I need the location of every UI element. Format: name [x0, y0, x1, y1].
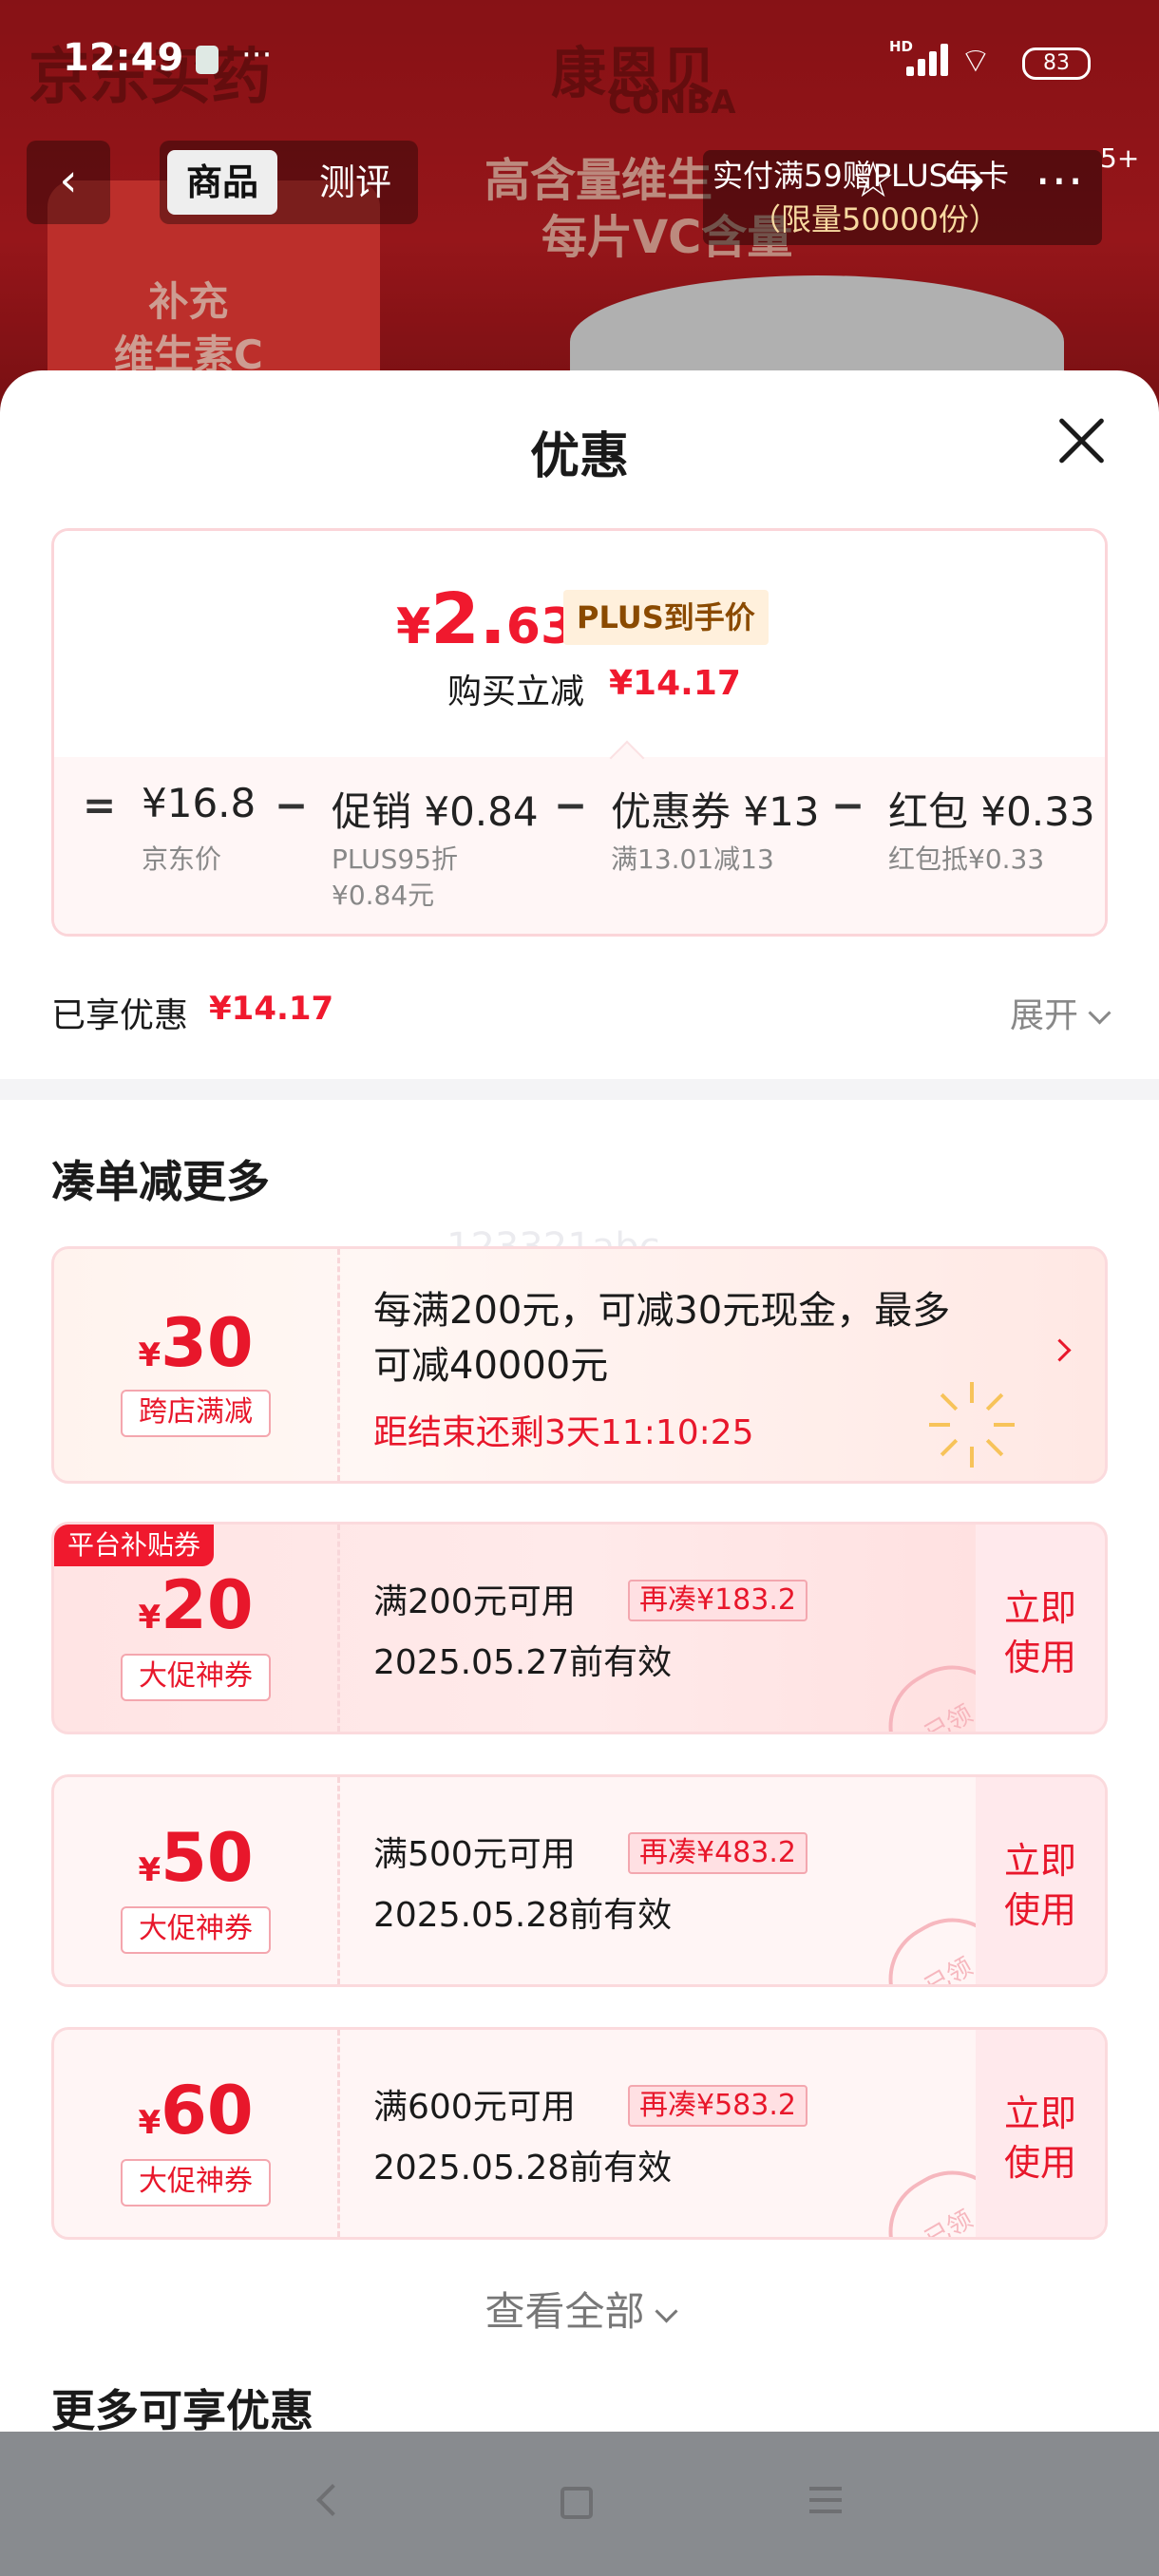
cross-store-promo-card[interactable]: ¥30 跨店满减 每满200元，可减30元现金，最多 可减40000元 距结束还… — [51, 1246, 1108, 1484]
back-button[interactable]: ‹ — [27, 141, 110, 224]
view-all-button[interactable]: 查看全部 — [0, 2280, 1159, 2338]
promo-discount: 促销 ¥0.84 — [332, 788, 539, 835]
enjoyed-value: ¥14.17 — [209, 990, 334, 1028]
coupon-tag: 跨店满减 — [121, 1390, 271, 1437]
coupon-discount-sub: 满13.01减13 — [611, 843, 774, 875]
add-more-tag: 再凑¥483.2 — [628, 1832, 808, 1874]
coupon-tag: 大促神券 — [121, 1906, 271, 1954]
coupon-card: 平台补贴券 ¥20 大促神券 满200元可用 再凑¥183.2 2025.05.… — [51, 1522, 1108, 1734]
instant-discount-value: ¥14.17 — [609, 664, 741, 703]
notification-badge: 5+ — [1100, 142, 1140, 174]
expand-button[interactable]: 展开 — [1010, 988, 1112, 1037]
sheet-title: 优惠 — [529, 428, 629, 485]
section-title-more-discount: 凑单减更多 — [51, 1156, 270, 1207]
minus-sign: − — [831, 782, 865, 828]
wifi-icon: ⌔ — [960, 42, 992, 81]
platform-subsidy-badge: 平台补贴券 — [54, 1525, 215, 1566]
coupon-card: ¥50 大促神券 满500元可用 再凑¥483.2 2025.05.28前有效 … — [51, 1774, 1108, 1987]
tab-goods[interactable]: 商品 — [167, 150, 278, 215]
use-now-button[interactable]: 立即 使用 — [976, 1525, 1105, 1732]
section-divider — [0, 1079, 1159, 1100]
coupon-amount: ¥30 — [138, 1304, 254, 1382]
system-nav-bar — [0, 2432, 1159, 2576]
coupon-amount: ¥20 — [138, 1566, 254, 1644]
jd-price: ¥16.8 — [142, 780, 256, 826]
add-more-tag: 再凑¥583.2 — [628, 2085, 808, 2127]
coupon-validity: 2025.05.28前有效 — [373, 2149, 673, 2188]
use-now-button[interactable]: 立即 使用 — [976, 1777, 1105, 1984]
price-breakdown-card: ¥2.63 PLUS到手价 购买立减 ¥14.17 = ¥16.8 京东价 − … — [51, 528, 1108, 937]
nav-home-icon[interactable] — [560, 2487, 593, 2519]
promo-discount-sub2: ¥0.84元 — [332, 880, 435, 911]
coupon-amount: ¥60 — [138, 2072, 254, 2150]
jd-price-label: 京东价 — [142, 843, 222, 875]
coupon-tag: 大促神券 — [121, 1654, 271, 1701]
enjoyed-discount-row: 已享优惠 ¥14.17 展开 — [51, 988, 1112, 1045]
add-more-tag: 再凑¥183.2 — [628, 1580, 808, 1621]
instant-discount-label: 购买立减 — [447, 672, 585, 711]
enjoyed-label: 已享优惠 — [51, 996, 189, 1035]
sparkle-decoration — [928, 1382, 1015, 1468]
chevron-right-icon[interactable] — [1048, 1338, 1072, 1362]
coupon-tag: 大促神券 — [121, 2159, 271, 2207]
coupon-description: 每满200元，可减30元现金，最多 可减40000元 — [373, 1289, 951, 1388]
minus-sign: − — [275, 782, 309, 828]
coupon-condition: 满200元可用 — [373, 1582, 576, 1621]
share-icon[interactable]: ↪ — [931, 142, 998, 218]
status-time: 12:49 — [63, 36, 184, 80]
signal-icon — [897, 42, 948, 76]
battery-icon: 83 — [1022, 47, 1091, 80]
app-notification-icon — [196, 46, 218, 74]
coupon-validity: 2025.05.27前有效 — [373, 1643, 673, 1682]
final-price: ¥2.63 — [396, 578, 576, 660]
coupon-card: ¥60 大促神券 满600元可用 再凑¥583.2 2025.05.28前有效 … — [51, 2027, 1108, 2240]
coupon-discount: 优惠券 ¥13 — [611, 788, 820, 835]
nav-menu-icon[interactable] — [809, 2487, 842, 2515]
coupon-condition: 满500元可用 — [373, 1835, 576, 1874]
close-icon[interactable] — [1051, 410, 1112, 471]
tab-review[interactable]: 测评 — [300, 150, 410, 215]
coupon-amount: ¥50 — [138, 1819, 254, 1897]
more-notifications-icon: ··· — [241, 36, 273, 74]
status-bar: 12:49 ··· HD ⌔ 83 — [0, 0, 1159, 114]
discount-sheet: 优惠 ¥2.63 PLUS到手价 购买立减 ¥14.17 = ¥16.8 京东价… — [0, 370, 1159, 2432]
star-icon[interactable]: ☆ — [840, 142, 906, 218]
more-icon[interactable]: ⋯ — [1026, 142, 1092, 218]
use-now-button[interactable]: 立即 使用 — [976, 2030, 1105, 2237]
section-title-more-available: 更多可享优惠 — [51, 2385, 314, 2432]
page-tabs: 商品 测评 — [160, 141, 418, 224]
chevron-down-icon — [654, 2300, 678, 2323]
chevron-down-icon — [1088, 1001, 1112, 1025]
coupon-condition: 满600元可用 — [373, 2088, 576, 2127]
equals-sign: = — [83, 782, 117, 828]
countdown-timer: 距结束还剩3天11:10:25 — [373, 1413, 754, 1452]
minus-sign: − — [554, 782, 588, 828]
redpacket-discount: 红包 ¥0.33 — [888, 788, 1095, 835]
redpacket-discount-sub: 红包抵¥0.33 — [888, 843, 1045, 875]
nav-back-icon[interactable] — [316, 2484, 349, 2516]
coupon-validity: 2025.05.28前有效 — [373, 1896, 673, 1935]
promo-discount-sub1: PLUS95折 — [332, 843, 458, 875]
plus-price-tag: PLUS到手价 — [563, 590, 769, 645]
